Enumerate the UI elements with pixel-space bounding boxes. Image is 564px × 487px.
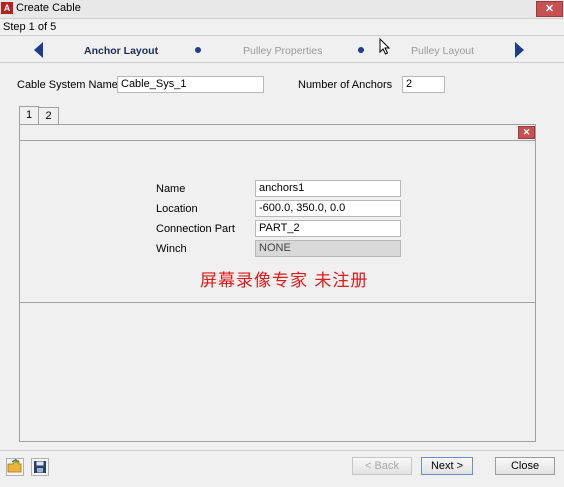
anchor-name-field[interactable]: anchors1 [255,180,401,197]
tab-anchor-2[interactable]: 2 [39,107,59,125]
wizard-step-anchor-layout[interactable]: Anchor Layout [84,45,158,57]
location-field[interactable]: -600.0, 350.0, 0.0 [255,200,401,217]
window-close-button[interactable]: ✕ [536,1,563,17]
unregistered-watermark: 屏幕录像专家 未注册 [200,271,369,291]
panel-close-button[interactable]: ✕ [518,126,535,139]
title-bar [0,0,564,19]
save-button[interactable] [31,458,49,476]
panel-divider [20,302,535,303]
app-icon: A [1,2,13,14]
step-dot-icon [358,47,364,53]
step-dot-icon [195,47,201,53]
back-button[interactable]: < Back [352,457,412,475]
wizard-step-pulley-properties[interactable]: Pulley Properties [243,45,322,57]
location-label: Location [156,203,198,215]
close-button[interactable]: Close [495,457,555,475]
divider [0,62,564,63]
winch-field: NONE [255,240,401,257]
number-of-anchors-field[interactable]: 2 [402,76,445,93]
wizard-step-pulley-layout[interactable]: Pulley Layout [411,45,474,57]
save-disk-icon [34,461,46,473]
cable-system-name-field[interactable]: Cable_Sys_1 [117,76,264,93]
connection-part-field[interactable]: PART_2 [255,220,401,237]
mouse-cursor-icon [379,38,391,55]
open-folder-icon [7,458,22,473]
divider [0,35,564,36]
panel-divider [20,140,535,141]
step-indicator: Step 1 of 5 [3,21,57,33]
tab-anchor-1[interactable]: 1 [19,106,39,124]
winch-label: Winch [156,243,187,255]
name-label: Name [156,183,186,195]
cable-system-name-label: Cable System Name [17,79,118,91]
divider [0,450,564,451]
window-title: Create Cable [16,2,81,14]
number-of-anchors-label: Number of Anchors [298,79,393,91]
next-button[interactable]: Next > [421,457,473,475]
previous-step-arrow-icon[interactable] [34,42,43,58]
connection-part-label: Connection Part [156,223,235,235]
next-step-arrow-icon[interactable] [515,42,524,58]
open-file-button[interactable] [6,458,24,476]
